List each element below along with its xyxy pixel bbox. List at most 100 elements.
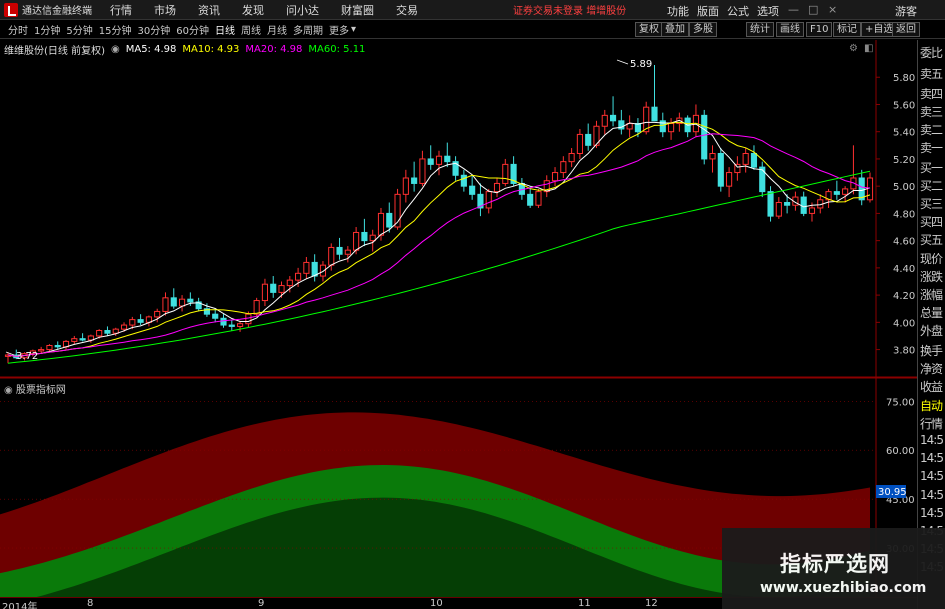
candle[interactable] (137, 314, 144, 326)
candle[interactable] (775, 197, 782, 219)
quote-panel-item[interactable]: 行情 (920, 415, 943, 432)
quote-panel-item[interactable]: 卖二 (920, 121, 943, 138)
menu-item-formula[interactable]: 公式 (727, 3, 749, 19)
candle[interactable] (833, 180, 840, 200)
candle[interactable] (460, 169, 467, 192)
mark-button[interactable]: 标记 (833, 22, 861, 37)
stats-button[interactable]: 统计 (746, 22, 774, 37)
candle[interactable] (601, 109, 608, 135)
adjust-button[interactable]: 复权 (635, 22, 663, 37)
multi-stock-button[interactable]: 多股 (689, 22, 717, 37)
candle[interactable] (452, 156, 459, 181)
tab-5min[interactable]: 5分钟 (66, 22, 92, 37)
candle[interactable] (502, 158, 509, 187)
candle[interactable] (709, 145, 716, 173)
tab-15min[interactable]: 15分钟 (99, 22, 132, 37)
tab-weekly[interactable]: 周线 (241, 22, 261, 37)
candle[interactable] (668, 118, 675, 140)
candle[interactable] (71, 335, 78, 345)
quote-panel-item[interactable]: 卖一 (920, 139, 943, 156)
chart-settings-icon[interactable]: ⚙ (849, 43, 858, 54)
candle[interactable] (427, 145, 434, 170)
candle[interactable] (195, 297, 202, 312)
candle[interactable] (551, 167, 559, 187)
quote-panel-item[interactable]: 买四 (920, 213, 943, 230)
quote-panel-item[interactable]: 14:5 (920, 469, 944, 483)
menu-item-trade[interactable]: 交易 (396, 2, 418, 18)
candle[interactable] (469, 175, 476, 200)
candle[interactable] (104, 326, 111, 336)
candle[interactable] (62, 340, 70, 350)
candle[interactable] (726, 167, 733, 198)
candle[interactable] (402, 169, 409, 203)
candle[interactable] (701, 109, 708, 165)
candle[interactable] (87, 334, 94, 343)
quote-panel-item[interactable]: 收益 (920, 378, 943, 395)
candle[interactable] (742, 148, 749, 173)
candle[interactable] (212, 308, 219, 323)
candle[interactable] (767, 186, 774, 222)
quote-panel-item[interactable]: 买一 (920, 159, 943, 176)
candle[interactable] (419, 150, 426, 187)
quote-panel-item[interactable]: 总量 (920, 304, 943, 321)
candle[interactable] (170, 288, 177, 309)
candle[interactable] (477, 183, 484, 217)
candle[interactable] (311, 254, 318, 282)
quote-panel-item[interactable]: 换手 (920, 342, 943, 359)
guest-label[interactable]: 游客 (895, 3, 917, 19)
tab-60min[interactable]: 60分钟 (176, 22, 209, 37)
quote-panel-item[interactable]: 买五 (920, 231, 943, 248)
menu-item-layout[interactable]: 版面 (697, 3, 719, 19)
candle[interactable] (344, 246, 351, 263)
candle[interactable] (750, 145, 758, 170)
candle[interactable] (609, 96, 617, 127)
quote-panel-item[interactable]: 现价 (920, 250, 943, 267)
candle[interactable] (568, 148, 575, 168)
quote-panel-item[interactable]: 14:5 (920, 451, 944, 465)
minimize-icon[interactable]: — (788, 3, 799, 16)
chart-expand-icon[interactable]: ◧ (864, 43, 873, 54)
candle[interactable] (162, 292, 169, 316)
menu-item-ask[interactable]: 问小达 (286, 2, 319, 18)
candle[interactable] (237, 320, 244, 332)
candle[interactable] (618, 109, 625, 135)
candle[interactable] (178, 295, 186, 312)
candle[interactable] (576, 128, 583, 159)
candle[interactable] (361, 218, 368, 247)
tab-30min[interactable]: 30分钟 (137, 22, 170, 37)
tab-multi-period[interactable]: 多周期 (293, 22, 323, 37)
overlay-button[interactable]: 叠加 (661, 22, 689, 37)
tab-more[interactable]: 更多 (329, 22, 349, 37)
quote-panel-item[interactable]: 净资 (920, 360, 943, 377)
candle[interactable] (435, 150, 443, 176)
candle[interactable] (717, 148, 724, 192)
quote-panel-item[interactable]: 卖四 (920, 85, 943, 102)
candle[interactable] (485, 188, 492, 214)
candle[interactable] (692, 104, 700, 138)
close-icon[interactable]: × (828, 3, 837, 16)
tab-daily[interactable]: 日线 (215, 22, 235, 37)
candle[interactable] (850, 145, 857, 195)
menu-item-news[interactable]: 资讯 (198, 2, 220, 18)
quote-panel-item[interactable]: 外盘 (920, 322, 943, 339)
login-warning[interactable]: 证券交易未登录 增增股份 (513, 2, 626, 17)
candle[interactable] (734, 156, 741, 181)
settings-gear-icon[interactable]: ◉ (111, 44, 120, 55)
quote-panel-item[interactable]: 卖五 (920, 65, 943, 82)
quote-panel-item[interactable]: 涨跌 (920, 268, 943, 285)
candle[interactable] (303, 256, 310, 279)
more-chevron-icon[interactable]: ▾ (351, 24, 356, 35)
candle[interactable] (842, 186, 849, 203)
menu-item-discover[interactable]: 发现 (242, 2, 264, 18)
quote-panel-item[interactable]: 委比 (920, 44, 943, 61)
quote-panel-item[interactable]: 涨幅 (920, 286, 943, 303)
kline-chart[interactable]: 5.80 5.60 5.40 5.20 5.00 4.80 4.60 4.40 4.20 4.00… (0, 40, 917, 597)
menu-item-quotes[interactable]: 行情 (110, 2, 132, 18)
candle[interactable] (79, 333, 86, 342)
tab-1min[interactable]: 1分钟 (34, 22, 60, 37)
menu-item-wealth[interactable]: 财富圈 (341, 2, 374, 18)
quote-panel-item[interactable]: 14:5 (920, 433, 944, 447)
quote-panel-item[interactable]: 买二 (920, 177, 943, 194)
candle[interactable] (543, 175, 550, 198)
quote-panel-item[interactable]: 14:5 (920, 488, 944, 502)
